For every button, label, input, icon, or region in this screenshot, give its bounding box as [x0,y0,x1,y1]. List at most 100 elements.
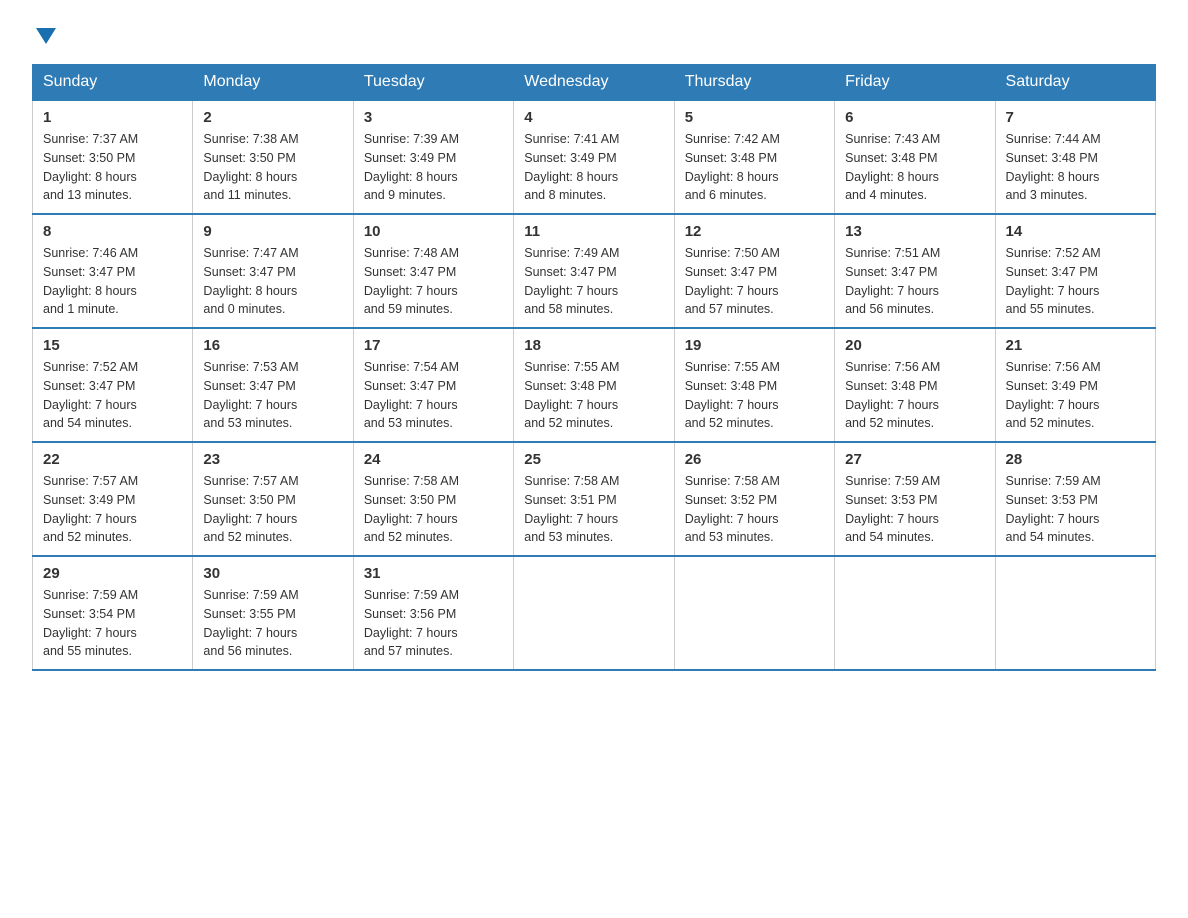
day-number: 5 [685,109,824,126]
day-info: Sunrise: 7:52 AMSunset: 3:47 PMDaylight:… [43,360,138,430]
calendar-cell: 5 Sunrise: 7:42 AMSunset: 3:48 PMDayligh… [674,100,834,214]
calendar-cell: 23 Sunrise: 7:57 AMSunset: 3:50 PMDaylig… [193,442,353,556]
calendar-cell: 29 Sunrise: 7:59 AMSunset: 3:54 PMDaylig… [33,556,193,670]
day-number: 21 [1006,337,1145,354]
day-number: 31 [364,565,503,582]
day-info: Sunrise: 7:51 AMSunset: 3:47 PMDaylight:… [845,246,940,316]
logo-triangle-icon [36,28,56,44]
calendar-cell: 28 Sunrise: 7:59 AMSunset: 3:53 PMDaylig… [995,442,1155,556]
calendar-header-row: SundayMondayTuesdayWednesdayThursdayFrid… [33,65,1156,101]
calendar-cell: 6 Sunrise: 7:43 AMSunset: 3:48 PMDayligh… [835,100,995,214]
day-info: Sunrise: 7:59 AMSunset: 3:53 PMDaylight:… [845,474,940,544]
day-number: 15 [43,337,182,354]
calendar-cell: 4 Sunrise: 7:41 AMSunset: 3:49 PMDayligh… [514,100,674,214]
day-info: Sunrise: 7:56 AMSunset: 3:49 PMDaylight:… [1006,360,1101,430]
day-number: 2 [203,109,342,126]
day-number: 4 [524,109,663,126]
day-number: 12 [685,223,824,240]
day-info: Sunrise: 7:55 AMSunset: 3:48 PMDaylight:… [524,360,619,430]
day-info: Sunrise: 7:43 AMSunset: 3:48 PMDaylight:… [845,132,940,202]
logo [32,24,56,44]
day-info: Sunrise: 7:56 AMSunset: 3:48 PMDaylight:… [845,360,940,430]
calendar-cell: 16 Sunrise: 7:53 AMSunset: 3:47 PMDaylig… [193,328,353,442]
day-info: Sunrise: 7:53 AMSunset: 3:47 PMDaylight:… [203,360,298,430]
day-info: Sunrise: 7:39 AMSunset: 3:49 PMDaylight:… [364,132,459,202]
calendar-cell [835,556,995,670]
page-header [32,24,1156,44]
col-header-saturday: Saturday [995,65,1155,101]
calendar-cell: 22 Sunrise: 7:57 AMSunset: 3:49 PMDaylig… [33,442,193,556]
day-info: Sunrise: 7:59 AMSunset: 3:54 PMDaylight:… [43,588,138,658]
col-header-friday: Friday [835,65,995,101]
col-header-wednesday: Wednesday [514,65,674,101]
calendar-cell: 25 Sunrise: 7:58 AMSunset: 3:51 PMDaylig… [514,442,674,556]
day-number: 25 [524,451,663,468]
day-number: 23 [203,451,342,468]
day-info: Sunrise: 7:54 AMSunset: 3:47 PMDaylight:… [364,360,459,430]
day-info: Sunrise: 7:58 AMSunset: 3:50 PMDaylight:… [364,474,459,544]
calendar-cell: 11 Sunrise: 7:49 AMSunset: 3:47 PMDaylig… [514,214,674,328]
day-number: 20 [845,337,984,354]
calendar-cell [995,556,1155,670]
day-info: Sunrise: 7:41 AMSunset: 3:49 PMDaylight:… [524,132,619,202]
day-info: Sunrise: 7:55 AMSunset: 3:48 PMDaylight:… [685,360,780,430]
calendar-cell: 8 Sunrise: 7:46 AMSunset: 3:47 PMDayligh… [33,214,193,328]
calendar-cell: 26 Sunrise: 7:58 AMSunset: 3:52 PMDaylig… [674,442,834,556]
day-info: Sunrise: 7:49 AMSunset: 3:47 PMDaylight:… [524,246,619,316]
calendar-cell: 14 Sunrise: 7:52 AMSunset: 3:47 PMDaylig… [995,214,1155,328]
calendar-cell: 9 Sunrise: 7:47 AMSunset: 3:47 PMDayligh… [193,214,353,328]
day-number: 29 [43,565,182,582]
day-number: 11 [524,223,663,240]
calendar-cell: 1 Sunrise: 7:37 AMSunset: 3:50 PMDayligh… [33,100,193,214]
calendar-week-row: 1 Sunrise: 7:37 AMSunset: 3:50 PMDayligh… [33,100,1156,214]
calendar-cell: 18 Sunrise: 7:55 AMSunset: 3:48 PMDaylig… [514,328,674,442]
calendar-week-row: 8 Sunrise: 7:46 AMSunset: 3:47 PMDayligh… [33,214,1156,328]
day-info: Sunrise: 7:44 AMSunset: 3:48 PMDaylight:… [1006,132,1101,202]
day-number: 19 [685,337,824,354]
calendar-cell [674,556,834,670]
calendar-week-row: 22 Sunrise: 7:57 AMSunset: 3:49 PMDaylig… [33,442,1156,556]
calendar-cell: 30 Sunrise: 7:59 AMSunset: 3:55 PMDaylig… [193,556,353,670]
col-header-monday: Monday [193,65,353,101]
day-number: 6 [845,109,984,126]
day-number: 17 [364,337,503,354]
calendar-cell: 15 Sunrise: 7:52 AMSunset: 3:47 PMDaylig… [33,328,193,442]
calendar-table: SundayMondayTuesdayWednesdayThursdayFrid… [32,64,1156,671]
day-info: Sunrise: 7:57 AMSunset: 3:49 PMDaylight:… [43,474,138,544]
day-number: 14 [1006,223,1145,240]
calendar-cell: 21 Sunrise: 7:56 AMSunset: 3:49 PMDaylig… [995,328,1155,442]
day-info: Sunrise: 7:48 AMSunset: 3:47 PMDaylight:… [364,246,459,316]
day-info: Sunrise: 7:52 AMSunset: 3:47 PMDaylight:… [1006,246,1101,316]
day-number: 28 [1006,451,1145,468]
day-number: 22 [43,451,182,468]
day-info: Sunrise: 7:38 AMSunset: 3:50 PMDaylight:… [203,132,298,202]
calendar-cell: 13 Sunrise: 7:51 AMSunset: 3:47 PMDaylig… [835,214,995,328]
calendar-week-row: 15 Sunrise: 7:52 AMSunset: 3:47 PMDaylig… [33,328,1156,442]
day-number: 24 [364,451,503,468]
calendar-cell: 17 Sunrise: 7:54 AMSunset: 3:47 PMDaylig… [353,328,513,442]
calendar-cell: 7 Sunrise: 7:44 AMSunset: 3:48 PMDayligh… [995,100,1155,214]
day-number: 10 [364,223,503,240]
calendar-cell [514,556,674,670]
day-number: 7 [1006,109,1145,126]
calendar-cell: 31 Sunrise: 7:59 AMSunset: 3:56 PMDaylig… [353,556,513,670]
calendar-cell: 20 Sunrise: 7:56 AMSunset: 3:48 PMDaylig… [835,328,995,442]
col-header-tuesday: Tuesday [353,65,513,101]
day-info: Sunrise: 7:42 AMSunset: 3:48 PMDaylight:… [685,132,780,202]
day-number: 27 [845,451,984,468]
day-info: Sunrise: 7:57 AMSunset: 3:50 PMDaylight:… [203,474,298,544]
day-number: 30 [203,565,342,582]
day-info: Sunrise: 7:59 AMSunset: 3:53 PMDaylight:… [1006,474,1101,544]
day-number: 16 [203,337,342,354]
calendar-cell: 12 Sunrise: 7:50 AMSunset: 3:47 PMDaylig… [674,214,834,328]
day-number: 8 [43,223,182,240]
calendar-cell: 24 Sunrise: 7:58 AMSunset: 3:50 PMDaylig… [353,442,513,556]
day-number: 3 [364,109,503,126]
day-info: Sunrise: 7:47 AMSunset: 3:47 PMDaylight:… [203,246,298,316]
day-info: Sunrise: 7:59 AMSunset: 3:56 PMDaylight:… [364,588,459,658]
calendar-cell: 19 Sunrise: 7:55 AMSunset: 3:48 PMDaylig… [674,328,834,442]
day-number: 18 [524,337,663,354]
calendar-week-row: 29 Sunrise: 7:59 AMSunset: 3:54 PMDaylig… [33,556,1156,670]
day-info: Sunrise: 7:46 AMSunset: 3:47 PMDaylight:… [43,246,138,316]
calendar-cell: 27 Sunrise: 7:59 AMSunset: 3:53 PMDaylig… [835,442,995,556]
